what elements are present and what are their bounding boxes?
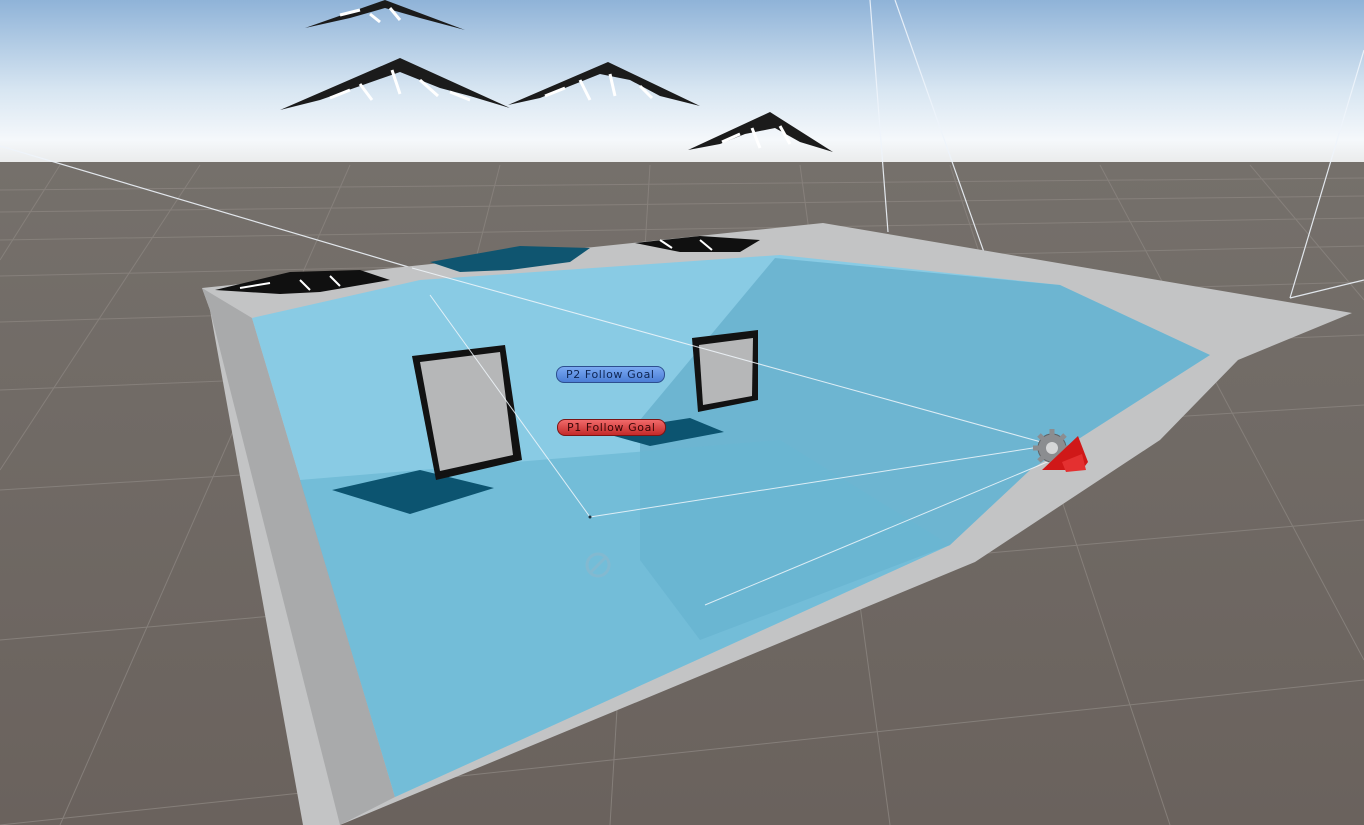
sky — [0, 0, 1364, 165]
scene-viewport[interactable]: P2 Follow Goal P1 Follow Goal — [0, 0, 1364, 825]
origin-point — [588, 515, 592, 519]
p2-follow-goal-label[interactable]: P2 Follow Goal — [556, 366, 665, 383]
panel-right[interactable] — [692, 330, 758, 412]
scene-canvas[interactable] — [0, 0, 1364, 825]
p1-follow-goal-label[interactable]: P1 Follow Goal — [557, 419, 666, 436]
